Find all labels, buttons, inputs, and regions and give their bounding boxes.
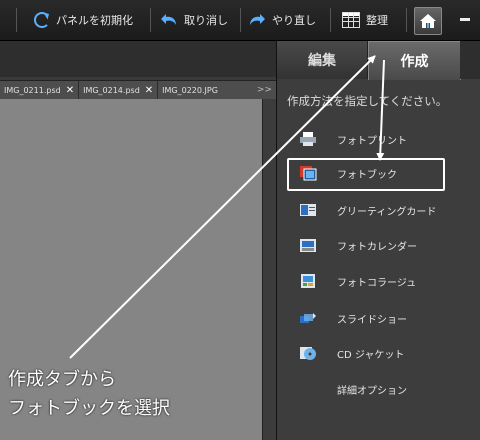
menu-item-label: フォトカレンダー: [337, 241, 417, 253]
home-button[interactable]: [414, 7, 442, 35]
menu-item-greeting-card[interactable]: グリーティングカード: [289, 196, 455, 224]
close-icon[interactable]: ✕: [66, 85, 74, 96]
toolbar-separator: [330, 8, 331, 32]
menu-item-photo-calendar[interactable]: フォトカレンダー: [289, 231, 455, 259]
menu-item-label: フォトコラージュ: [337, 277, 417, 289]
menu-item-slideshow[interactable]: スライドショー: [289, 304, 455, 332]
tab-edit[interactable]: 編集: [277, 41, 368, 79]
vertical-scrollbar[interactable]: [262, 99, 277, 440]
document-tab-bar: IMG_0211.psd ✕ IMG_0214.psd ✕ IMG_0220.J…: [0, 80, 276, 100]
menu-item-label: フォトプリント: [337, 135, 407, 147]
minimize-button[interactable]: [460, 18, 470, 21]
redo-button[interactable]: やり直し: [248, 8, 316, 32]
tab-overflow-icon[interactable]: >>: [257, 85, 276, 95]
menu-item-label: 詳細オプション: [337, 385, 407, 397]
printer-icon: [300, 132, 316, 146]
menu-item-label: CD ジャケット: [337, 349, 405, 361]
document-tab-label: IMG_0214.psd: [83, 85, 140, 95]
toolbar-separator: [150, 8, 151, 32]
panel-instruction: 作成方法を指定してください。: [287, 94, 448, 108]
panel-tab-strip-filler: [460, 41, 480, 79]
organize-button[interactable]: 整理: [342, 8, 388, 32]
redo-label: やり直し: [272, 14, 316, 27]
redo-icon: [250, 14, 265, 25]
caption-line-1: 作成タブから: [8, 369, 116, 390]
document-tab[interactable]: IMG_0211.psd ✕: [0, 81, 80, 99]
tab-create[interactable]: 作成: [368, 41, 461, 80]
document-tab[interactable]: IMG_0214.psd ✕: [79, 81, 159, 99]
grid-icon: [342, 12, 360, 28]
undo-button[interactable]: 取り消し: [160, 8, 228, 32]
collage-icon: [301, 274, 315, 288]
menu-item-photo-print[interactable]: フォトプリント: [289, 125, 455, 153]
menu-item-advanced-options[interactable]: 詳細オプション: [289, 375, 455, 403]
reset-panels-button[interactable]: パネルを初期化: [34, 8, 133, 32]
slideshow-icon: [300, 313, 316, 323]
menu-item-label: グリーティングカード: [337, 206, 437, 218]
menu-item-label: スライドショー: [337, 314, 407, 326]
undo-label: 取り消し: [184, 14, 228, 27]
cd-icon: [300, 347, 316, 360]
greeting-card-icon: [300, 204, 316, 216]
create-panel: 編集 作成 作成方法を指定してください。 フォトプリント フォトブック グリーテ…: [276, 41, 480, 440]
reset-panels-label: パネルを初期化: [56, 14, 133, 27]
photo-book-highlight: [287, 158, 445, 191]
toolbar-separator: [240, 8, 241, 32]
close-icon[interactable]: ✕: [145, 85, 153, 96]
undo-icon: [161, 14, 176, 25]
organize-label: 整理: [366, 14, 388, 27]
home-icon: [420, 14, 436, 28]
toolbar-separator: [406, 8, 407, 32]
menu-item-photo-collage[interactable]: フォトコラージュ: [289, 267, 455, 295]
empty-tabstrip: [0, 41, 276, 77]
refresh-icon: [34, 12, 50, 28]
document-tab-label: IMG_0220.JPG: [162, 85, 218, 95]
menu-item-cd-jacket[interactable]: CD ジャケット: [289, 339, 455, 367]
caption-line-2: フォトブックを選択: [8, 398, 170, 419]
blank-icon: [299, 381, 317, 397]
document-tab-label: IMG_0211.psd: [4, 85, 61, 95]
calendar-icon: [300, 239, 316, 252]
toolbar-separator: [16, 8, 17, 32]
document-tab[interactable]: IMG_0220.JPG: [158, 81, 222, 99]
toolbar: パネルを初期化 取り消し やり直し 整理: [0, 0, 480, 41]
annotation-caption: 作成タブから フォトブックを選択: [8, 365, 170, 423]
